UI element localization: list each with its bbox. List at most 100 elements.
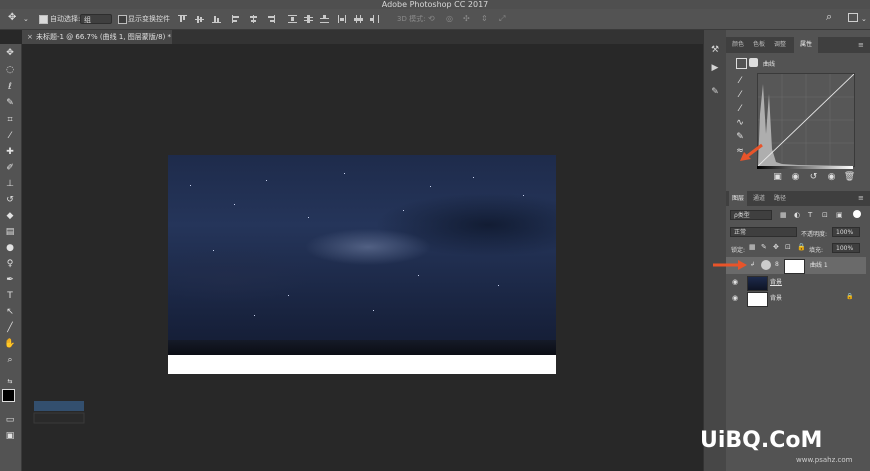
quick-mask-icon[interactable]: ▭	[3, 414, 17, 426]
tab-adjustments[interactable]: 调整	[771, 37, 789, 53]
blur-tool-icon[interactable]: ●	[3, 242, 17, 254]
clone-stamp-tool-icon[interactable]: ⊥	[3, 178, 17, 190]
curve-point-icon[interactable]: ∿	[734, 117, 746, 129]
eyedropper-gray-icon[interactable]: ⁄	[734, 89, 746, 101]
document-image[interactable]	[168, 155, 556, 374]
filter-smart-icon[interactable]: ▣	[836, 211, 843, 219]
tab-channels[interactable]: 通道	[750, 191, 768, 206]
filter-pixel-icon[interactable]: ▦	[780, 211, 787, 219]
align-right-icon[interactable]	[266, 15, 275, 23]
layer-thumbnail[interactable]	[747, 292, 768, 307]
layer-name[interactable]: 背景	[770, 277, 782, 286]
tool-presets-icon[interactable]: ⚒	[708, 44, 722, 57]
layer-thumbnail[interactable]	[747, 276, 768, 291]
dodge-tool-icon[interactable]: ♀	[3, 258, 17, 270]
align-left-icon[interactable]	[232, 15, 241, 23]
zoom-tool-icon[interactable]: ⌕	[3, 354, 17, 366]
eyedropper-tool-icon[interactable]: ⁄	[3, 130, 17, 142]
align-vcenter-icon[interactable]	[195, 15, 204, 23]
tab-properties[interactable]: 属性	[794, 37, 818, 53]
curves-graph[interactable]	[757, 73, 855, 167]
tab-color[interactable]: 颜色	[729, 37, 747, 53]
healing-brush-tool-icon[interactable]: ✚	[3, 146, 17, 158]
brush-settings-icon[interactable]: ✎	[708, 86, 722, 99]
hand-tool-icon[interactable]: ✋	[3, 338, 17, 350]
lock-all-icon[interactable]: 🔒	[797, 243, 806, 251]
chevron-down-icon[interactable]: ⌄	[861, 14, 867, 24]
workspace-icon[interactable]	[848, 13, 858, 22]
align-hcenter-icon[interactable]	[249, 15, 258, 23]
lasso-tool-icon[interactable]: ℓ	[3, 81, 17, 93]
align-bottom-icon[interactable]	[212, 15, 221, 23]
distribute-right-icon[interactable]	[370, 15, 379, 23]
layer-name[interactable]: 曲线 1	[810, 260, 828, 269]
move-tool-icon[interactable]: ✥	[8, 13, 16, 23]
3d-scale-icon[interactable]: ⤢	[499, 14, 505, 24]
lock-position-icon[interactable]: ✥	[773, 243, 779, 251]
filter-type-icon[interactable]: T	[808, 211, 812, 219]
tab-swatches[interactable]: 色板	[750, 37, 768, 53]
layer-name[interactable]: 背景	[770, 293, 782, 302]
delete-icon[interactable]: 🗑	[843, 171, 856, 184]
move-tool-icon[interactable]: ✥	[3, 47, 17, 59]
eyedropper-white-icon[interactable]: ⁄	[734, 103, 746, 115]
foreground-color-swatch[interactable]	[2, 389, 15, 402]
auto-select-checkbox[interactable]	[39, 15, 48, 24]
crop-tool-icon[interactable]: ⌗	[3, 114, 17, 126]
distribute-hcenter-icon[interactable]	[354, 15, 363, 23]
layer-filter-select[interactable]: ρ类型	[730, 210, 772, 220]
lock-transparent-icon[interactable]: ▦	[749, 243, 756, 251]
lock-artboard-icon[interactable]: ⊡	[785, 243, 791, 251]
eye-icon[interactable]: ◉	[732, 294, 741, 302]
actions-play-icon[interactable]: ▶	[708, 62, 722, 75]
opacity-input[interactable]: 100%	[832, 227, 860, 237]
lock-image-icon[interactable]: ✎	[761, 243, 767, 251]
path-select-tool-icon[interactable]: ↖	[3, 306, 17, 318]
gradient-tool-icon[interactable]: ▤	[3, 226, 17, 238]
eyedropper-black-icon[interactable]: ⁄	[734, 75, 746, 87]
distribute-vcenter-icon[interactable]	[304, 15, 313, 23]
clip-to-layer-icon[interactable]: ▣	[771, 171, 784, 184]
view-previous-icon[interactable]: ◉	[789, 171, 802, 184]
distribute-bottom-icon[interactable]	[320, 15, 329, 23]
tab-layers[interactable]: 图层	[729, 191, 747, 206]
blend-mode-select[interactable]: 正常	[730, 227, 797, 237]
screen-mode-icon[interactable]: ▣	[3, 430, 17, 442]
auto-select-dropdown[interactable]: 组	[80, 14, 112, 24]
chevron-down-icon[interactable]: ⌄	[23, 14, 29, 24]
document-tab[interactable]: 未标题-1 @ 66.7% (曲线 1, 图层蒙版/8) *	[22, 30, 172, 44]
marquee-tool-icon[interactable]: ◌	[3, 64, 17, 76]
layer-row[interactable]: ◉ 背景 🔒	[726, 290, 866, 307]
filter-toggle-icon[interactable]	[853, 210, 861, 218]
reset-icon[interactable]: ↺	[807, 171, 820, 184]
filter-shape-icon[interactable]: ⊡	[822, 211, 828, 219]
layer-row[interactable]: ◉ 背景	[726, 274, 866, 291]
eraser-tool-icon[interactable]: ◆	[3, 210, 17, 222]
history-brush-tool-icon[interactable]: ↺	[3, 194, 17, 206]
panel-menu-icon[interactable]: ≡	[858, 194, 864, 202]
filter-adjust-icon[interactable]: ◐	[794, 211, 800, 219]
layer-mask-thumbnail[interactable]	[784, 259, 805, 274]
line-tool-icon[interactable]: ╱	[3, 322, 17, 334]
align-top-icon[interactable]	[178, 15, 187, 23]
type-tool-icon[interactable]: T	[3, 290, 17, 302]
3d-orbit-icon[interactable]: ⟲	[428, 14, 435, 24]
distribute-top-icon[interactable]	[288, 15, 297, 23]
fill-input[interactable]: 100%	[832, 243, 860, 253]
pen-tool-icon[interactable]: ✒	[3, 274, 17, 286]
mask-icon[interactable]	[749, 58, 758, 67]
swap-colors-icon[interactable]: ⇆	[3, 376, 17, 388]
link-icon[interactable]: 8	[775, 261, 779, 268]
3d-roll-icon[interactable]: ◎	[446, 14, 453, 24]
show-transform-checkbox[interactable]	[118, 15, 127, 24]
tab-paths[interactable]: 路径	[771, 191, 789, 206]
search-icon[interactable]: ⌕	[826, 11, 832, 22]
3d-slide-icon[interactable]: ⇕	[481, 14, 488, 24]
eye-icon[interactable]: ◉	[732, 278, 741, 286]
close-icon[interactable]: ×	[27, 30, 33, 44]
3d-pan-icon[interactable]: ✣	[463, 14, 470, 24]
panel-menu-icon[interactable]: ≡	[858, 41, 864, 49]
quick-select-tool-icon[interactable]: ✎	[3, 97, 17, 109]
brush-tool-icon[interactable]: ✐	[3, 162, 17, 174]
distribute-left-icon[interactable]	[338, 15, 347, 23]
